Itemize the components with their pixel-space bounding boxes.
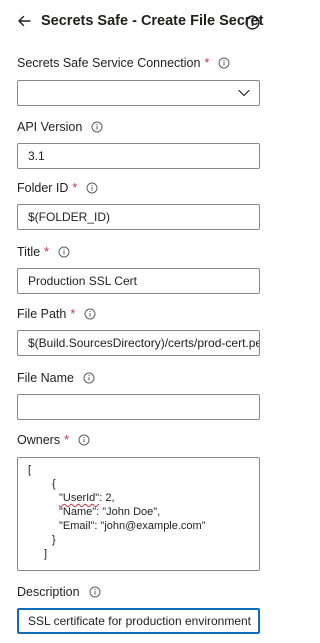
info-icon[interactable] [91, 121, 103, 133]
info-icon[interactable] [86, 182, 98, 194]
info-icon[interactable] [84, 308, 96, 320]
folder-id-label: Folder ID * [17, 180, 98, 196]
description-label-text: Description [17, 585, 80, 599]
userid-key: "UserId" [59, 492, 100, 504]
info-icon[interactable] [78, 434, 90, 446]
code-line: { [52, 478, 56, 490]
code-line: ] [44, 548, 48, 560]
owners-label-text: Owners [17, 433, 61, 447]
info-icon[interactable] [58, 246, 70, 258]
code-line: "UserId": 2, [59, 491, 115, 505]
code-line: "Name": "John Doe", [59, 506, 161, 518]
file-path-label: File Path * [17, 306, 96, 322]
info-icon[interactable] [245, 15, 260, 30]
api-version-label: API Version [17, 119, 103, 135]
arrow-left-icon[interactable] [15, 12, 33, 30]
required-marker: * [70, 307, 76, 321]
required-marker: * [204, 56, 210, 70]
required-marker: * [72, 181, 78, 195]
api-version-input[interactable]: 3.1 [17, 143, 260, 169]
code-line: [ [28, 464, 32, 476]
required-marker: * [44, 245, 50, 259]
connection-select[interactable] [17, 80, 260, 106]
owners-label: Owners * [17, 432, 90, 448]
owners-textarea[interactable]: [ { "UserId": 2, "Name": "John Doe", "Em… [17, 457, 260, 571]
code-line: "Email": "john@example.com" [59, 520, 206, 532]
description-label: Description [17, 584, 101, 600]
folder-id-label-text: Folder ID [17, 181, 69, 195]
userid-value: : 2, [99, 492, 115, 504]
file-name-input[interactable] [17, 394, 260, 420]
api-version-label-text: API Version [17, 120, 83, 134]
connection-label: Secrets Safe Service Connection * [17, 55, 230, 71]
file-path-input[interactable]: $(Build.SourcesDirectory)/certs/prod-cer… [17, 330, 260, 356]
file-name-label: File Name [17, 370, 95, 386]
file-name-label-text: File Name [17, 371, 74, 385]
panel-header: Secrets Safe - Create File Secret [0, 0, 277, 44]
code-line: } [52, 534, 56, 546]
description-input[interactable]: SSL certificate for production environme… [17, 608, 260, 634]
title-label-text: Title [17, 245, 41, 259]
info-icon[interactable] [218, 57, 230, 69]
connection-label-text: Secrets Safe Service Connection [17, 56, 201, 70]
title-label: Title * [17, 244, 70, 260]
chevron-down-icon[interactable] [238, 89, 250, 97]
file-path-label-text: File Path [17, 307, 67, 321]
page-title: Secrets Safe - Create File Secret [41, 13, 264, 29]
info-icon[interactable] [89, 586, 101, 598]
title-input[interactable]: Production SSL Cert [17, 268, 260, 294]
folder-id-input[interactable]: $(FOLDER_ID) [17, 204, 260, 230]
required-marker: * [64, 433, 69, 447]
info-icon[interactable] [83, 372, 95, 384]
